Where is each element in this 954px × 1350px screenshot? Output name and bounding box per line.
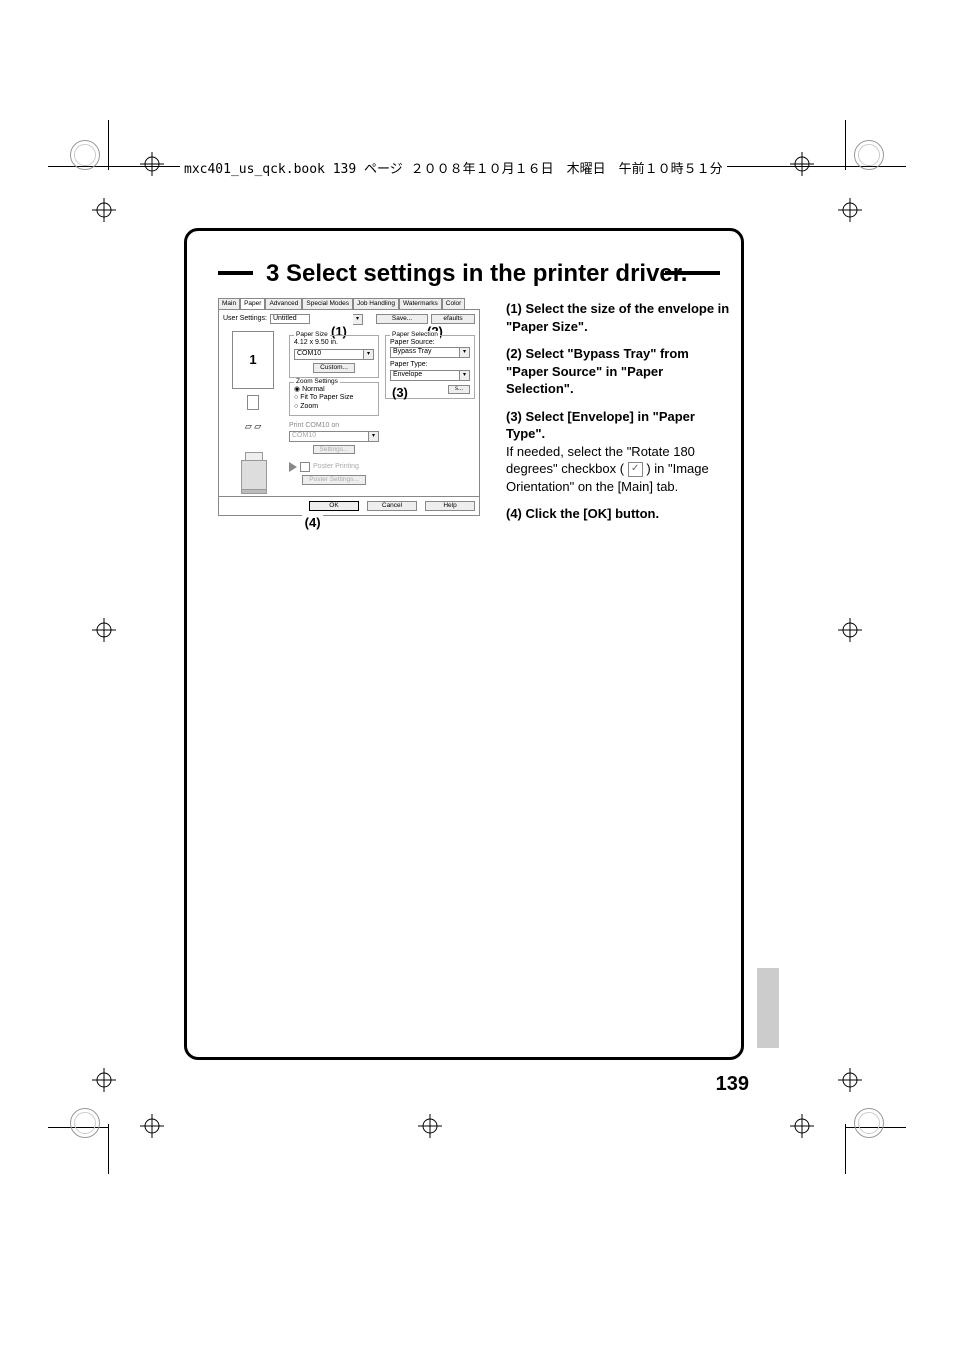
paper-size-group-label: Paper Size (294, 331, 330, 339)
portrait-icon (247, 395, 259, 410)
tray-status-button[interactable]: s... (448, 385, 470, 394)
step-3-number: (3) (506, 409, 522, 424)
paper-size-select[interactable]: COM10 (294, 349, 364, 360)
checkbox-icon: ✓ (628, 462, 643, 477)
paper-size-dimensions: 4.12 x 9.50 in. (294, 339, 374, 347)
zoom-radio-zoom[interactable]: ○ Zoom (294, 403, 374, 411)
tab-paper[interactable]: Paper (240, 298, 265, 309)
poster-checkbox[interactable] (300, 462, 310, 472)
paper-type-label: Paper Type: (390, 361, 470, 369)
chevron-down-icon[interactable]: ▾ (460, 347, 470, 358)
print-on-label: Print COM10 on (289, 422, 379, 430)
heading-rule-right (665, 271, 720, 275)
running-header: mxc401_us_qck.book 139 ページ ２００８年１０月１６日 木… (180, 158, 727, 177)
page-preview: 1 (232, 331, 274, 389)
callout-3: (3) (392, 385, 408, 401)
user-settings-label: User Settings: (223, 315, 267, 323)
printer-icon (235, 442, 271, 492)
chevron-down-icon[interactable]: ▾ (353, 314, 363, 325)
orientation-icons: ▱ ▱ (223, 421, 283, 432)
paper-source-label: Paper Source: (390, 339, 470, 347)
help-button[interactable]: Help (425, 501, 475, 511)
tab-special-modes[interactable]: Special Modes (302, 298, 353, 309)
chevron-down-icon: ▾ (369, 431, 379, 442)
cancel-button[interactable]: Cancel (367, 501, 417, 511)
poster-settings-button: Poster Settings... (302, 475, 366, 485)
tab-watermarks[interactable]: Watermarks (399, 298, 442, 309)
heading-rule-left (218, 271, 253, 275)
tab-job-handling[interactable]: Job Handling (353, 298, 399, 309)
tab-advanced[interactable]: Advanced (265, 298, 302, 309)
zoom-radio-fit[interactable]: ○ Fit To Paper Size (294, 394, 374, 402)
preview-page-number: 1 (249, 352, 256, 368)
step-heading: 3 Select settings in the printer driver. (260, 260, 693, 288)
chevron-down-icon[interactable]: ▾ (460, 370, 470, 381)
zoom-radio-normal[interactable]: ◉ Normal (294, 386, 374, 394)
dialog-tabs: Main Paper Advanced Special Modes Job Ha… (218, 298, 480, 309)
step-3-text: Select [Envelope] in "Paper Type". (506, 409, 695, 442)
ok-button[interactable]: OK (309, 501, 359, 511)
save-button[interactable]: Save... (376, 314, 428, 324)
paper-selection-group-label: Paper Selection (390, 331, 440, 339)
defaults-button[interactable]: efaults (431, 314, 475, 324)
paper-source-select[interactable]: Bypass Tray (390, 347, 460, 358)
custom-button[interactable]: Custom... (313, 363, 355, 373)
instruction-list: (1) Select the size of the envelope in "… (506, 300, 734, 533)
step-1-number: (1) (506, 301, 522, 316)
tab-color[interactable]: Color (442, 298, 466, 309)
step-1-text: Select the size of the envelope in "Pape… (506, 301, 729, 334)
callout-4: (4) (302, 515, 324, 531)
zoom-settings-button: Settings... (313, 445, 356, 455)
chevron-down-icon[interactable]: ▾ (364, 349, 374, 360)
page-number: 139 (716, 1073, 749, 1096)
poster-printing-label: Poster Printing (313, 463, 359, 471)
user-settings-value[interactable]: Untitled (270, 314, 310, 324)
step-2-text: Select "Bypass Tray" from "Paper Source"… (506, 346, 689, 396)
printer-driver-dialog-screenshot: Main Paper Advanced Special Modes Job Ha… (218, 298, 480, 516)
poster-play-icon (289, 462, 297, 472)
print-on-select: COM10 (289, 431, 369, 442)
step-4-number: (4) (506, 506, 522, 521)
thumb-index-tab (757, 968, 779, 1048)
step-4-text: Click the [OK] button. (526, 506, 660, 521)
zoom-settings-label: Zoom Settings (294, 378, 340, 386)
paper-type-select[interactable]: Envelope (390, 370, 460, 381)
tab-main[interactable]: Main (218, 298, 240, 309)
step-2-number: (2) (506, 346, 522, 361)
